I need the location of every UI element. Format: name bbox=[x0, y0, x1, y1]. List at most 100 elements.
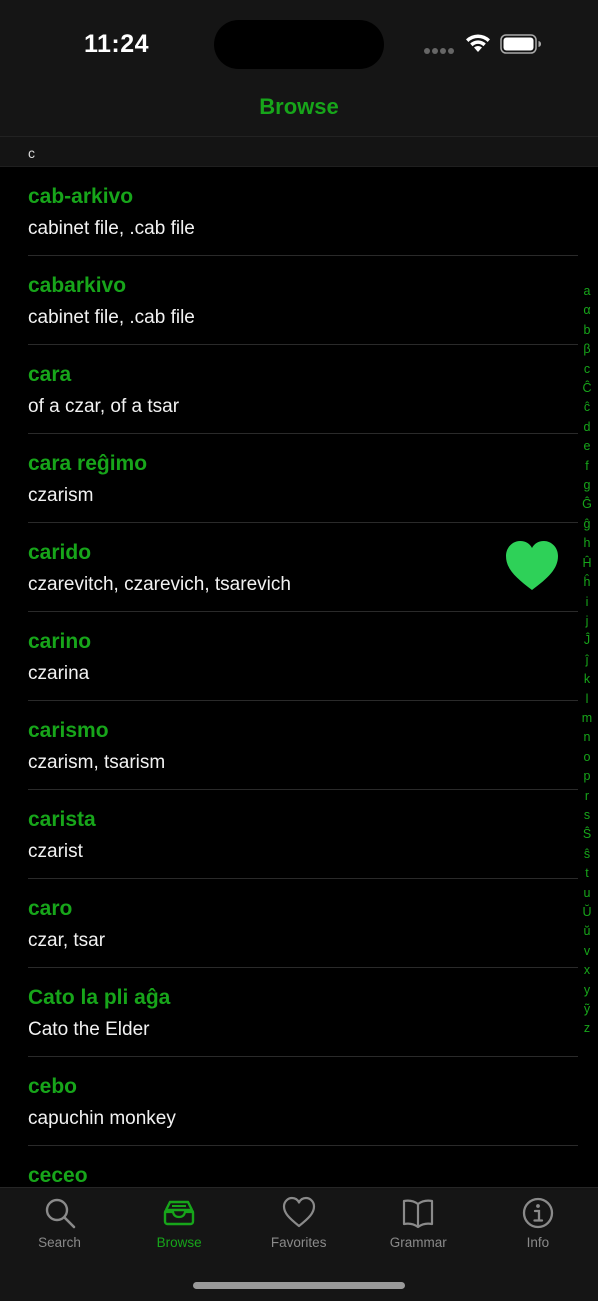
page-title: Browse bbox=[259, 94, 339, 119]
index-letter[interactable]: ĉ bbox=[584, 401, 590, 414]
heart-icon bbox=[282, 1196, 315, 1228]
index-letter[interactable]: j bbox=[586, 615, 589, 628]
battery-icon bbox=[500, 34, 541, 54]
index-letter[interactable]: r bbox=[585, 790, 589, 803]
list-item[interactable]: ceceo bbox=[0, 1146, 598, 1187]
tab-info[interactable]: Info bbox=[478, 1196, 597, 1264]
index-letter[interactable]: ỹ bbox=[584, 1003, 590, 1016]
entry-definition: czar, tsar bbox=[28, 930, 106, 951]
index-letter[interactable]: l bbox=[586, 693, 589, 706]
index-letter[interactable]: h bbox=[584, 537, 591, 550]
index-letter[interactable]: n bbox=[584, 731, 591, 744]
index-letter[interactable]: Ŝ bbox=[583, 828, 591, 841]
status-time: 11:24 bbox=[84, 30, 150, 58]
index-letter[interactable]: ŝ bbox=[584, 848, 590, 861]
info-icon bbox=[522, 1197, 554, 1229]
entry-term: carista bbox=[28, 808, 96, 831]
navigation-bar: Browse bbox=[0, 88, 598, 137]
entry-definition: czarism bbox=[28, 485, 94, 506]
tab-label: Search bbox=[38, 1235, 81, 1250]
list-item[interactable]: cebo capuchin monkey bbox=[0, 1057, 598, 1146]
tab-favorites[interactable]: Favorites bbox=[239, 1196, 358, 1264]
index-letter[interactable]: Ĝ bbox=[582, 498, 592, 511]
favorite-heart-icon[interactable] bbox=[504, 540, 560, 592]
index-letter[interactable]: g bbox=[584, 479, 591, 492]
index-letter[interactable]: Ĵ bbox=[584, 634, 590, 647]
entry-term: carismo bbox=[28, 719, 109, 742]
index-letter[interactable]: c bbox=[584, 363, 590, 376]
home-indicator bbox=[193, 1282, 405, 1289]
list-item[interactable]: cara of a czar, of a tsar bbox=[0, 345, 598, 434]
entry-definition: Cato the Elder bbox=[28, 1019, 150, 1040]
index-letter[interactable]: v bbox=[584, 945, 590, 958]
list-item[interactable]: Cato la pli aĝa Cato the Elder bbox=[0, 968, 598, 1057]
list-item[interactable]: cab-arkivo cabinet file, .cab file bbox=[0, 167, 598, 256]
entry-term: cab-arkivo bbox=[28, 185, 134, 208]
list-item[interactable]: carista czarist bbox=[0, 790, 598, 879]
tab-label: Browse bbox=[156, 1235, 202, 1250]
entry-definition: czarina bbox=[28, 663, 90, 684]
list-item[interactable]: carismo czarism, tsarism bbox=[0, 701, 598, 790]
index-letter[interactable]: z bbox=[584, 1022, 590, 1035]
index-letter[interactable]: o bbox=[584, 751, 591, 764]
index-letter[interactable]: Ĥ bbox=[582, 557, 591, 570]
list-item[interactable]: carino czarina bbox=[0, 612, 598, 701]
status-bar: 11:24 bbox=[0, 0, 598, 88]
index-letter[interactable]: Ĉ bbox=[582, 382, 591, 395]
index-letter[interactable]: f bbox=[585, 460, 588, 473]
list-item[interactable]: cabarkivo cabinet file, .cab file bbox=[0, 256, 598, 345]
index-letter[interactable]: ĝ bbox=[584, 518, 591, 531]
cellular-signal-icon bbox=[424, 48, 456, 54]
tab-label: Favorites bbox=[270, 1235, 327, 1250]
list-item[interactable]: cara reĝimo czarism bbox=[0, 434, 598, 523]
entry-term: cara reĝimo bbox=[28, 452, 148, 475]
list-item[interactable]: carido czarevitch, czarevich, tsarevich bbox=[0, 523, 598, 612]
index-letter[interactable]: α bbox=[583, 304, 590, 317]
index-letter[interactable]: i bbox=[586, 595, 589, 609]
entry-definition: czarevitch, czarevich, tsarevich bbox=[28, 574, 291, 595]
list-item[interactable]: caro czar, tsar bbox=[0, 879, 598, 968]
alphabet-index[interactable]: aαbβcĈĉdefgĜĝhĤĥijĴĵklmnoprsŜŝtuŬŭvxyỹz bbox=[576, 285, 598, 1035]
index-letter[interactable]: ĥ bbox=[584, 576, 591, 589]
index-letter[interactable]: Ŭ bbox=[582, 906, 591, 919]
index-letter[interactable]: d bbox=[584, 421, 591, 434]
entry-definition: cabinet file, .cab file bbox=[28, 218, 195, 239]
entry-term: ceceo bbox=[28, 1164, 88, 1187]
index-letter[interactable]: p bbox=[584, 770, 591, 783]
word-list[interactable]: cab-arkivo cabinet file, .cab file cabarki… bbox=[0, 167, 598, 1187]
entry-definition: of a czar, of a tsar bbox=[28, 396, 180, 417]
tab-grammar[interactable]: Grammar bbox=[359, 1196, 478, 1264]
entry-term: caro bbox=[28, 897, 73, 920]
entry-definition: capuchin monkey bbox=[28, 1108, 176, 1129]
entry-term: cebo bbox=[28, 1075, 78, 1098]
index-letter[interactable]: x bbox=[584, 964, 590, 977]
entry-term: Cato la pli aĝa bbox=[28, 986, 171, 1009]
index-letter[interactable]: u bbox=[584, 887, 591, 900]
tab-browse[interactable]: Browse bbox=[120, 1196, 239, 1264]
index-letter[interactable]: ĵ bbox=[586, 654, 589, 667]
index-letter[interactable]: b bbox=[584, 324, 591, 337]
wifi-icon bbox=[466, 34, 490, 52]
entry-term: cabarkivo bbox=[28, 274, 127, 297]
entry-definition: czarist bbox=[28, 841, 83, 862]
index-letter[interactable]: k bbox=[584, 673, 590, 686]
tab-search[interactable]: Search bbox=[0, 1196, 119, 1264]
index-letter[interactable]: a bbox=[584, 285, 591, 298]
section-header: c bbox=[0, 137, 598, 167]
tray-icon bbox=[163, 1200, 195, 1226]
tab-label: Info bbox=[526, 1235, 550, 1250]
index-letter[interactable]: t bbox=[585, 867, 588, 880]
index-letter[interactable]: m bbox=[582, 712, 592, 725]
entry-term: cara bbox=[28, 363, 72, 386]
entry-term: carido bbox=[28, 541, 92, 564]
dynamic-island bbox=[214, 20, 384, 69]
index-letter[interactable]: s bbox=[584, 809, 590, 822]
index-letter[interactable]: ŭ bbox=[584, 925, 591, 938]
magnifier-icon bbox=[45, 1198, 75, 1229]
index-letter[interactable]: e bbox=[584, 440, 591, 453]
index-letter[interactable]: y bbox=[584, 984, 590, 997]
entry-definition: cabinet file, .cab file bbox=[28, 307, 195, 328]
tab-label: Grammar bbox=[389, 1235, 447, 1250]
index-letter[interactable]: β bbox=[583, 343, 590, 356]
entry-definition: czarism, tsarism bbox=[28, 752, 166, 773]
